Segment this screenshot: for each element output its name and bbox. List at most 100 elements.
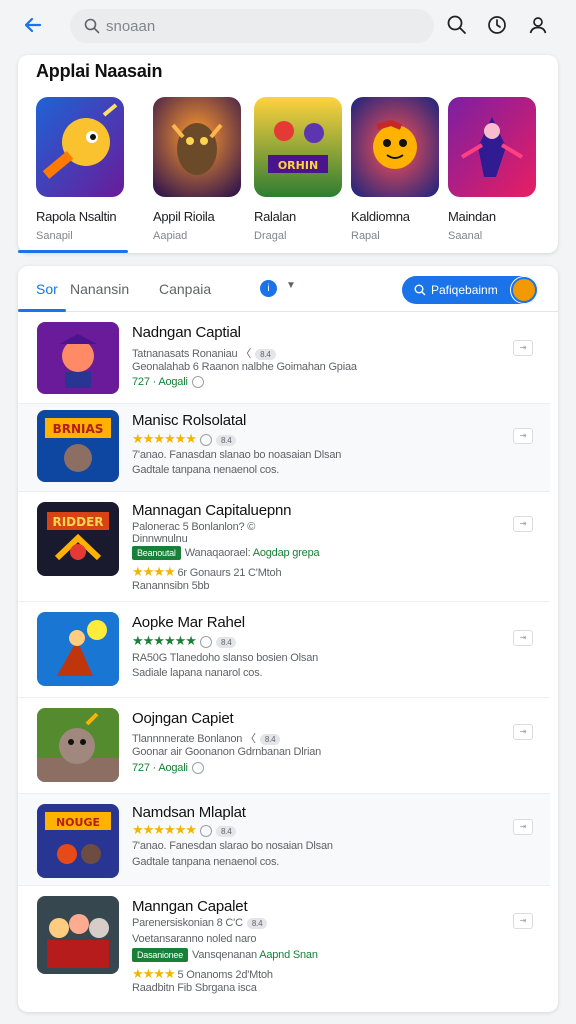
star-rating: ★★★★★★ xyxy=(132,431,197,446)
app-meta: Tatnanasats Ronaniau 〈 8.4 xyxy=(132,345,276,361)
offer-line: Dasanionee Vansqenanan Aapnd Snan xyxy=(132,948,318,962)
app-icon: BRNIAS xyxy=(37,410,119,482)
app-description: 7'anao. Fanasdan slanao bo noasaian Dlsa… xyxy=(132,449,342,461)
install-button[interactable]: ⇥ xyxy=(513,724,533,740)
app-meta: ★★★★ 5 Onanoms 2d'Mtoh xyxy=(132,966,273,981)
app-title: Mannagan Capitaluepnn xyxy=(132,502,292,519)
app-meta: ★★★★★★ 8.4 xyxy=(132,633,237,649)
filter-pill-button[interactable]: Pafiqebainm xyxy=(402,276,538,304)
avatar xyxy=(511,277,537,303)
app-title: Nadngan Captial xyxy=(132,324,241,341)
info-icon xyxy=(199,636,212,649)
app-meta: Ranannsibn 5bb xyxy=(132,580,210,592)
tab-sor[interactable]: Sor xyxy=(36,281,58,297)
featured-app[interactable]: Rapola Nsaltin Sanapil xyxy=(36,97,128,242)
app-description: Geonalahab 6 Raanon nalbhe Goimahan Gpia… xyxy=(132,361,357,373)
list-item[interactable]: Nadngan Captial Tatnanasats Ronaniau 〈 8.… xyxy=(18,312,550,404)
offer-badge: Dasanionee xyxy=(132,948,189,962)
featured-apps-card: Applai Naasain Rapola Nsaltin Sanapil Ap… xyxy=(18,55,558,253)
install-button[interactable]: ⇥ xyxy=(513,630,533,646)
app-subtitle: Rapal xyxy=(351,230,380,242)
clock-icon[interactable] xyxy=(486,14,508,36)
app-list-card: Sor Nanansin Canpaia i ▼ Pafiqebainm Nad… xyxy=(18,266,558,1012)
app-icon: NOUGE xyxy=(37,804,119,878)
search-icon xyxy=(414,284,426,296)
install-button[interactable]: ⇥ xyxy=(513,819,533,835)
app-meta: ★★★★★★ 8.4 xyxy=(132,431,237,447)
account-icon[interactable] xyxy=(527,14,549,36)
app-icon xyxy=(448,97,536,197)
info-icon xyxy=(191,762,204,775)
info-icon[interactable]: i xyxy=(260,280,277,297)
list-item[interactable]: Oojngan Capiet Tlannnnerate Bonlanon 〈 8.… xyxy=(18,698,550,794)
section-title: Applai Naasain xyxy=(36,61,163,81)
info-icon xyxy=(199,434,212,447)
search-input[interactable] xyxy=(106,17,406,35)
rating-badge: 8.4 xyxy=(215,636,237,648)
app-meta: Dinnwnulnu xyxy=(132,533,188,545)
svg-text:BRNIAS: BRNIAS xyxy=(53,422,104,436)
filter-pill-label: Pafiqebainm xyxy=(431,283,498,297)
tab-canpaia[interactable]: Canpaia xyxy=(159,281,211,297)
app-name: Appil Rioila xyxy=(153,209,215,224)
app-icon xyxy=(37,708,119,782)
search-bar[interactable] xyxy=(70,9,434,43)
offer-badge: Beanoutal xyxy=(132,546,181,560)
app-title: Aopke Mar Rahel xyxy=(132,614,245,631)
app-title: Namdsan Mlaplat xyxy=(132,804,246,821)
star-rating: ★★★★ xyxy=(132,564,176,579)
app-meta: Tlannnnerate Bonlanon 〈 8.4 xyxy=(132,730,281,746)
app-title: Oojngan Capiet xyxy=(132,710,234,727)
featured-app[interactable]: Appil Rioila Aapiad xyxy=(153,97,245,242)
install-button[interactable]: ⇥ xyxy=(513,913,533,929)
search-icon[interactable] xyxy=(446,14,468,36)
top-bar xyxy=(0,0,576,50)
install-button[interactable]: ⇥ xyxy=(513,516,533,532)
install-button[interactable]: ⇥ xyxy=(513,428,533,444)
app-meta: ★★★★★★ 8.4 xyxy=(132,822,237,838)
featured-app[interactable]: Maindan Saanal xyxy=(448,97,540,242)
chevron-down-icon[interactable]: ▼ xyxy=(286,280,296,291)
app-icon: ORHIN xyxy=(254,97,342,197)
svg-text:ORHIN: ORHIN xyxy=(278,159,318,172)
star-rating: ★★★★★★ xyxy=(132,822,197,837)
featured-app[interactable]: ORHIN Ralalan Dragal xyxy=(254,97,346,242)
app-name: Rapola Nsaltin xyxy=(36,209,117,224)
svg-text:RIDDER: RIDDER xyxy=(52,515,103,529)
info-icon xyxy=(199,825,212,838)
install-button[interactable]: ⇥ xyxy=(513,340,533,356)
list-item[interactable]: NOUGE Namdsan Mlaplat ★★★★★★ 8.4 7'anao. … xyxy=(18,794,550,886)
app-name: Kaldiomna xyxy=(351,209,410,224)
app-icon xyxy=(351,97,439,197)
star-rating: ★★★★ xyxy=(132,966,176,981)
rating-badge: 8.4 xyxy=(215,434,237,446)
app-name: Ralalan xyxy=(254,209,296,224)
app-title: Manisc Rolsolatal xyxy=(132,412,247,429)
back-arrow-icon[interactable] xyxy=(20,12,46,38)
app-icon: RIDDER xyxy=(37,502,119,576)
featured-app[interactable]: Kaldiomna Rapal xyxy=(351,97,443,242)
list-item[interactable]: RIDDER Mannagan Capitaluepnn Palonerac 5… xyxy=(18,492,550,602)
tab-nanansin[interactable]: Nanansin xyxy=(70,281,129,297)
offer-line: Beanoutal Wanaqaorael: Aogdap grepa xyxy=(132,546,320,560)
list-item[interactable]: Manngan Capalet Parenersiskonian 8 C'C 8.… xyxy=(18,886,550,1002)
app-name: Maindan xyxy=(448,209,496,224)
scroll-indicator xyxy=(18,250,128,253)
info-icon xyxy=(191,376,204,389)
price-line: 727 · Aogali xyxy=(132,376,204,389)
list-item[interactable]: BRNIAS Manisc Rolsolatal ★★★★★★ 8.4 7'ana… xyxy=(18,404,550,492)
search-icon xyxy=(84,18,100,34)
app-description: 7'anao. Fanesdan slarao bo nosaian Dlsan xyxy=(132,840,333,852)
app-icon xyxy=(36,97,124,197)
app-description: Sadiale lapana nanarol cos. xyxy=(132,667,263,679)
app-icon xyxy=(37,322,119,394)
app-icon xyxy=(37,896,119,974)
list-item[interactable]: Aopke Mar Rahel ★★★★★★ 8.4 RA50G Tlanedoh… xyxy=(18,602,550,698)
svg-text:NOUGE: NOUGE xyxy=(56,816,100,829)
app-meta: ★★★★ 6r Gonaurs 21 C'Mtoh xyxy=(132,564,282,579)
price-line: 727 · Aogali xyxy=(132,762,204,775)
app-meta: Raadbitn Fib Sbrgana isca xyxy=(132,982,257,994)
rating-badge: 8.4 xyxy=(246,917,268,929)
app-icon xyxy=(153,97,241,197)
app-subtitle: Dragal xyxy=(254,230,287,242)
